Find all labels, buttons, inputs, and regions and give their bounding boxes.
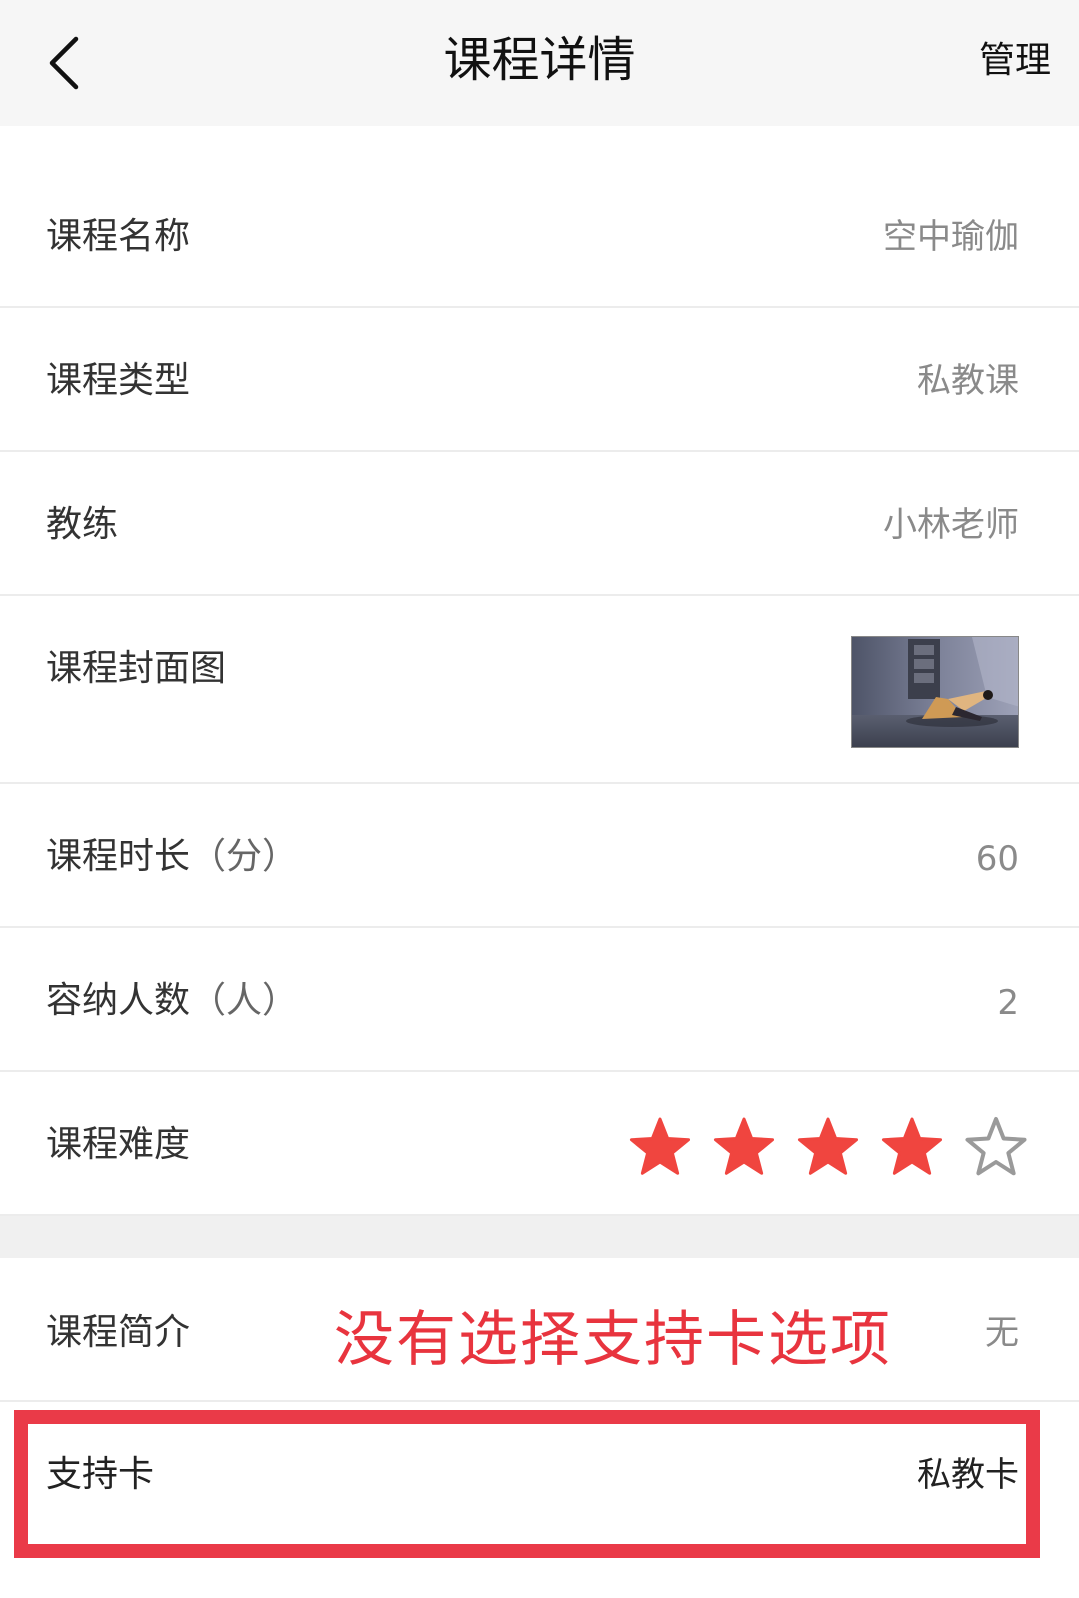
row-label: 教练 [46,504,119,545]
row-coach[interactable]: 教练 小林老师 [0,452,1079,596]
row-value: 60 [975,839,1019,879]
star-empty-icon [965,1117,1027,1176]
row-value: 无 [985,1313,1019,1353]
row-label: 课程时长（分） [46,834,298,880]
difficulty-stars [625,1112,1031,1182]
row-value: 2 [997,983,1019,1023]
row-label: 容纳人数（人） [46,978,298,1024]
row-value: 小林老师 [883,505,1019,545]
row-course-name[interactable]: 课程名称 空中瑜伽 [0,162,1079,308]
star-filled-icon [881,1117,943,1175]
duration-unit: （分） [190,836,299,877]
row-course-type[interactable]: 课程类型 私教课 [0,308,1079,452]
row-label: 课程难度 [46,1124,191,1165]
row-value: 空中瑜伽 [883,217,1019,257]
cover-thumbnail[interactable] [851,636,1019,748]
page-title: 课程详情 [443,32,636,88]
annotation-highlight-box [14,1410,1040,1558]
row-label: 课程名称 [46,216,191,257]
row-label: 课程简介 [46,1312,191,1353]
capacity-unit: （人） [190,980,299,1021]
section-divider [0,1216,1079,1258]
star-filled-icon [713,1117,775,1175]
duration-label: 课程时长 [46,836,191,877]
course-detail-page: 课程详情 管理 课程名称 空中瑜伽 课程类型 私教课 教练 小林老师 课程封面图 [0,0,1079,1598]
row-cover-image[interactable]: 课程封面图 [0,596,1079,784]
yoga-photo [852,637,1018,747]
star-filled-icon [629,1117,691,1175]
top-nav-bar: 课程详情 管理 [0,0,1079,126]
row-difficulty[interactable]: 课程难度 [0,1072,1079,1216]
row-label: 课程类型 [46,360,191,401]
capacity-label: 容纳人数 [46,980,191,1021]
row-value: 私教课 [917,361,1019,401]
row-capacity[interactable]: 容纳人数（人） 2 [0,928,1079,1072]
row-duration[interactable]: 课程时长（分） 60 [0,784,1079,928]
row-label: 课程封面图 [46,648,227,689]
star-filled-icon [797,1117,859,1175]
annotation-text: 没有选择支持卡选项 [334,1305,892,1375]
manage-button[interactable]: 管理 [979,38,1051,84]
